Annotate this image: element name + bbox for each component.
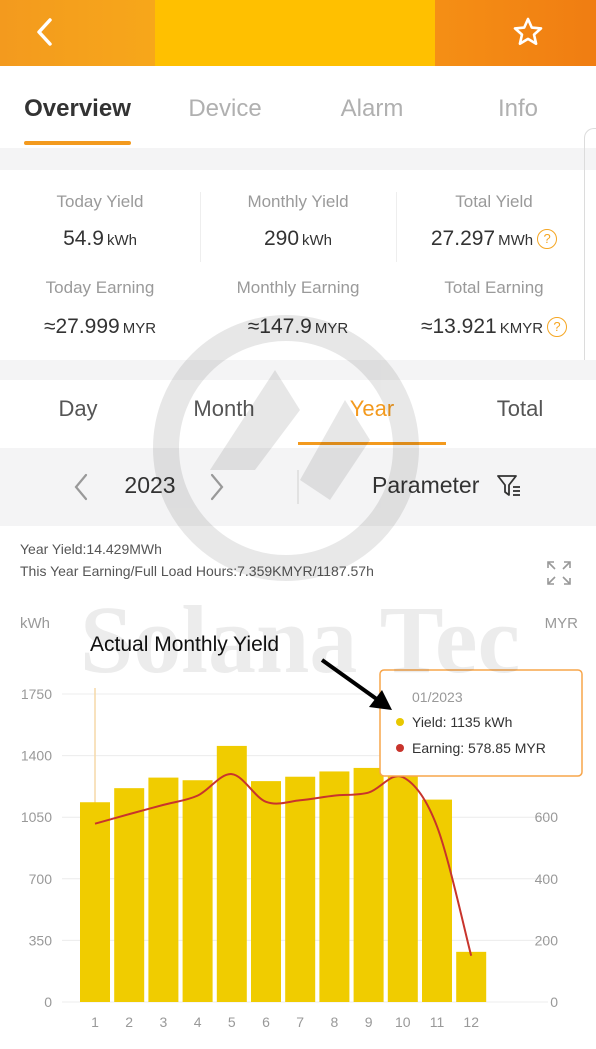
bar-month-1	[80, 802, 110, 1002]
y2-tick-label: 200	[535, 932, 559, 948]
x-tick-label: 12	[463, 1014, 479, 1030]
y-tick-label: 1400	[21, 748, 52, 764]
tooltip-yield: Yield: 1135 kWh	[412, 714, 512, 730]
bar-month-4	[182, 780, 213, 1002]
x-tick-label: 1	[91, 1014, 99, 1030]
x-tick-label: 5	[228, 1014, 236, 1030]
bar-month-9	[353, 767, 384, 1002]
bar-month-2	[114, 788, 145, 1002]
yearly-yield-chart: 035070010501400175002004006008001000kWhM…	[20, 615, 583, 1030]
x-tick-label: 9	[365, 1014, 373, 1030]
bar-month-12	[456, 951, 487, 1002]
x-tick-label: 4	[194, 1014, 202, 1030]
y-tick-label: 0	[44, 994, 52, 1010]
earning-legend-dot	[396, 744, 404, 752]
y2-tick-label: 0	[550, 994, 558, 1010]
y2-tick-label: 600	[535, 809, 559, 825]
y-tick-label: 350	[29, 932, 53, 948]
x-tick-label: 7	[296, 1014, 304, 1030]
tooltip-earning: Earning: 578.85 MYR	[412, 740, 546, 756]
y-axis-unit-label: kWh	[20, 615, 50, 632]
y2-tick-label: 400	[535, 871, 559, 887]
bar-month-10	[387, 775, 418, 1002]
bar-month-3	[148, 777, 179, 1002]
bar-month-11	[422, 799, 452, 1002]
bar-month-5	[216, 745, 247, 1002]
y-tick-label: 1050	[21, 809, 52, 825]
x-tick-label: 11	[430, 1014, 445, 1030]
x-tick-label: 3	[160, 1014, 168, 1030]
bar-month-7	[285, 776, 316, 1002]
y-tick-label: 700	[29, 871, 53, 887]
x-tick-label: 2	[125, 1014, 133, 1030]
bar-month-8	[319, 771, 350, 1002]
bar-month-6	[251, 781, 281, 1002]
x-tick-label: 10	[395, 1014, 411, 1030]
x-tick-label: 8	[331, 1014, 339, 1030]
x-tick-label: 6	[262, 1014, 270, 1030]
y2-axis-unit-label: MYR	[545, 615, 579, 632]
yield-legend-dot	[396, 718, 404, 726]
tooltip-title: 01/2023	[412, 689, 463, 705]
y-tick-label: 1750	[21, 686, 52, 702]
annotation-text: Actual Monthly Yield	[90, 633, 279, 656]
